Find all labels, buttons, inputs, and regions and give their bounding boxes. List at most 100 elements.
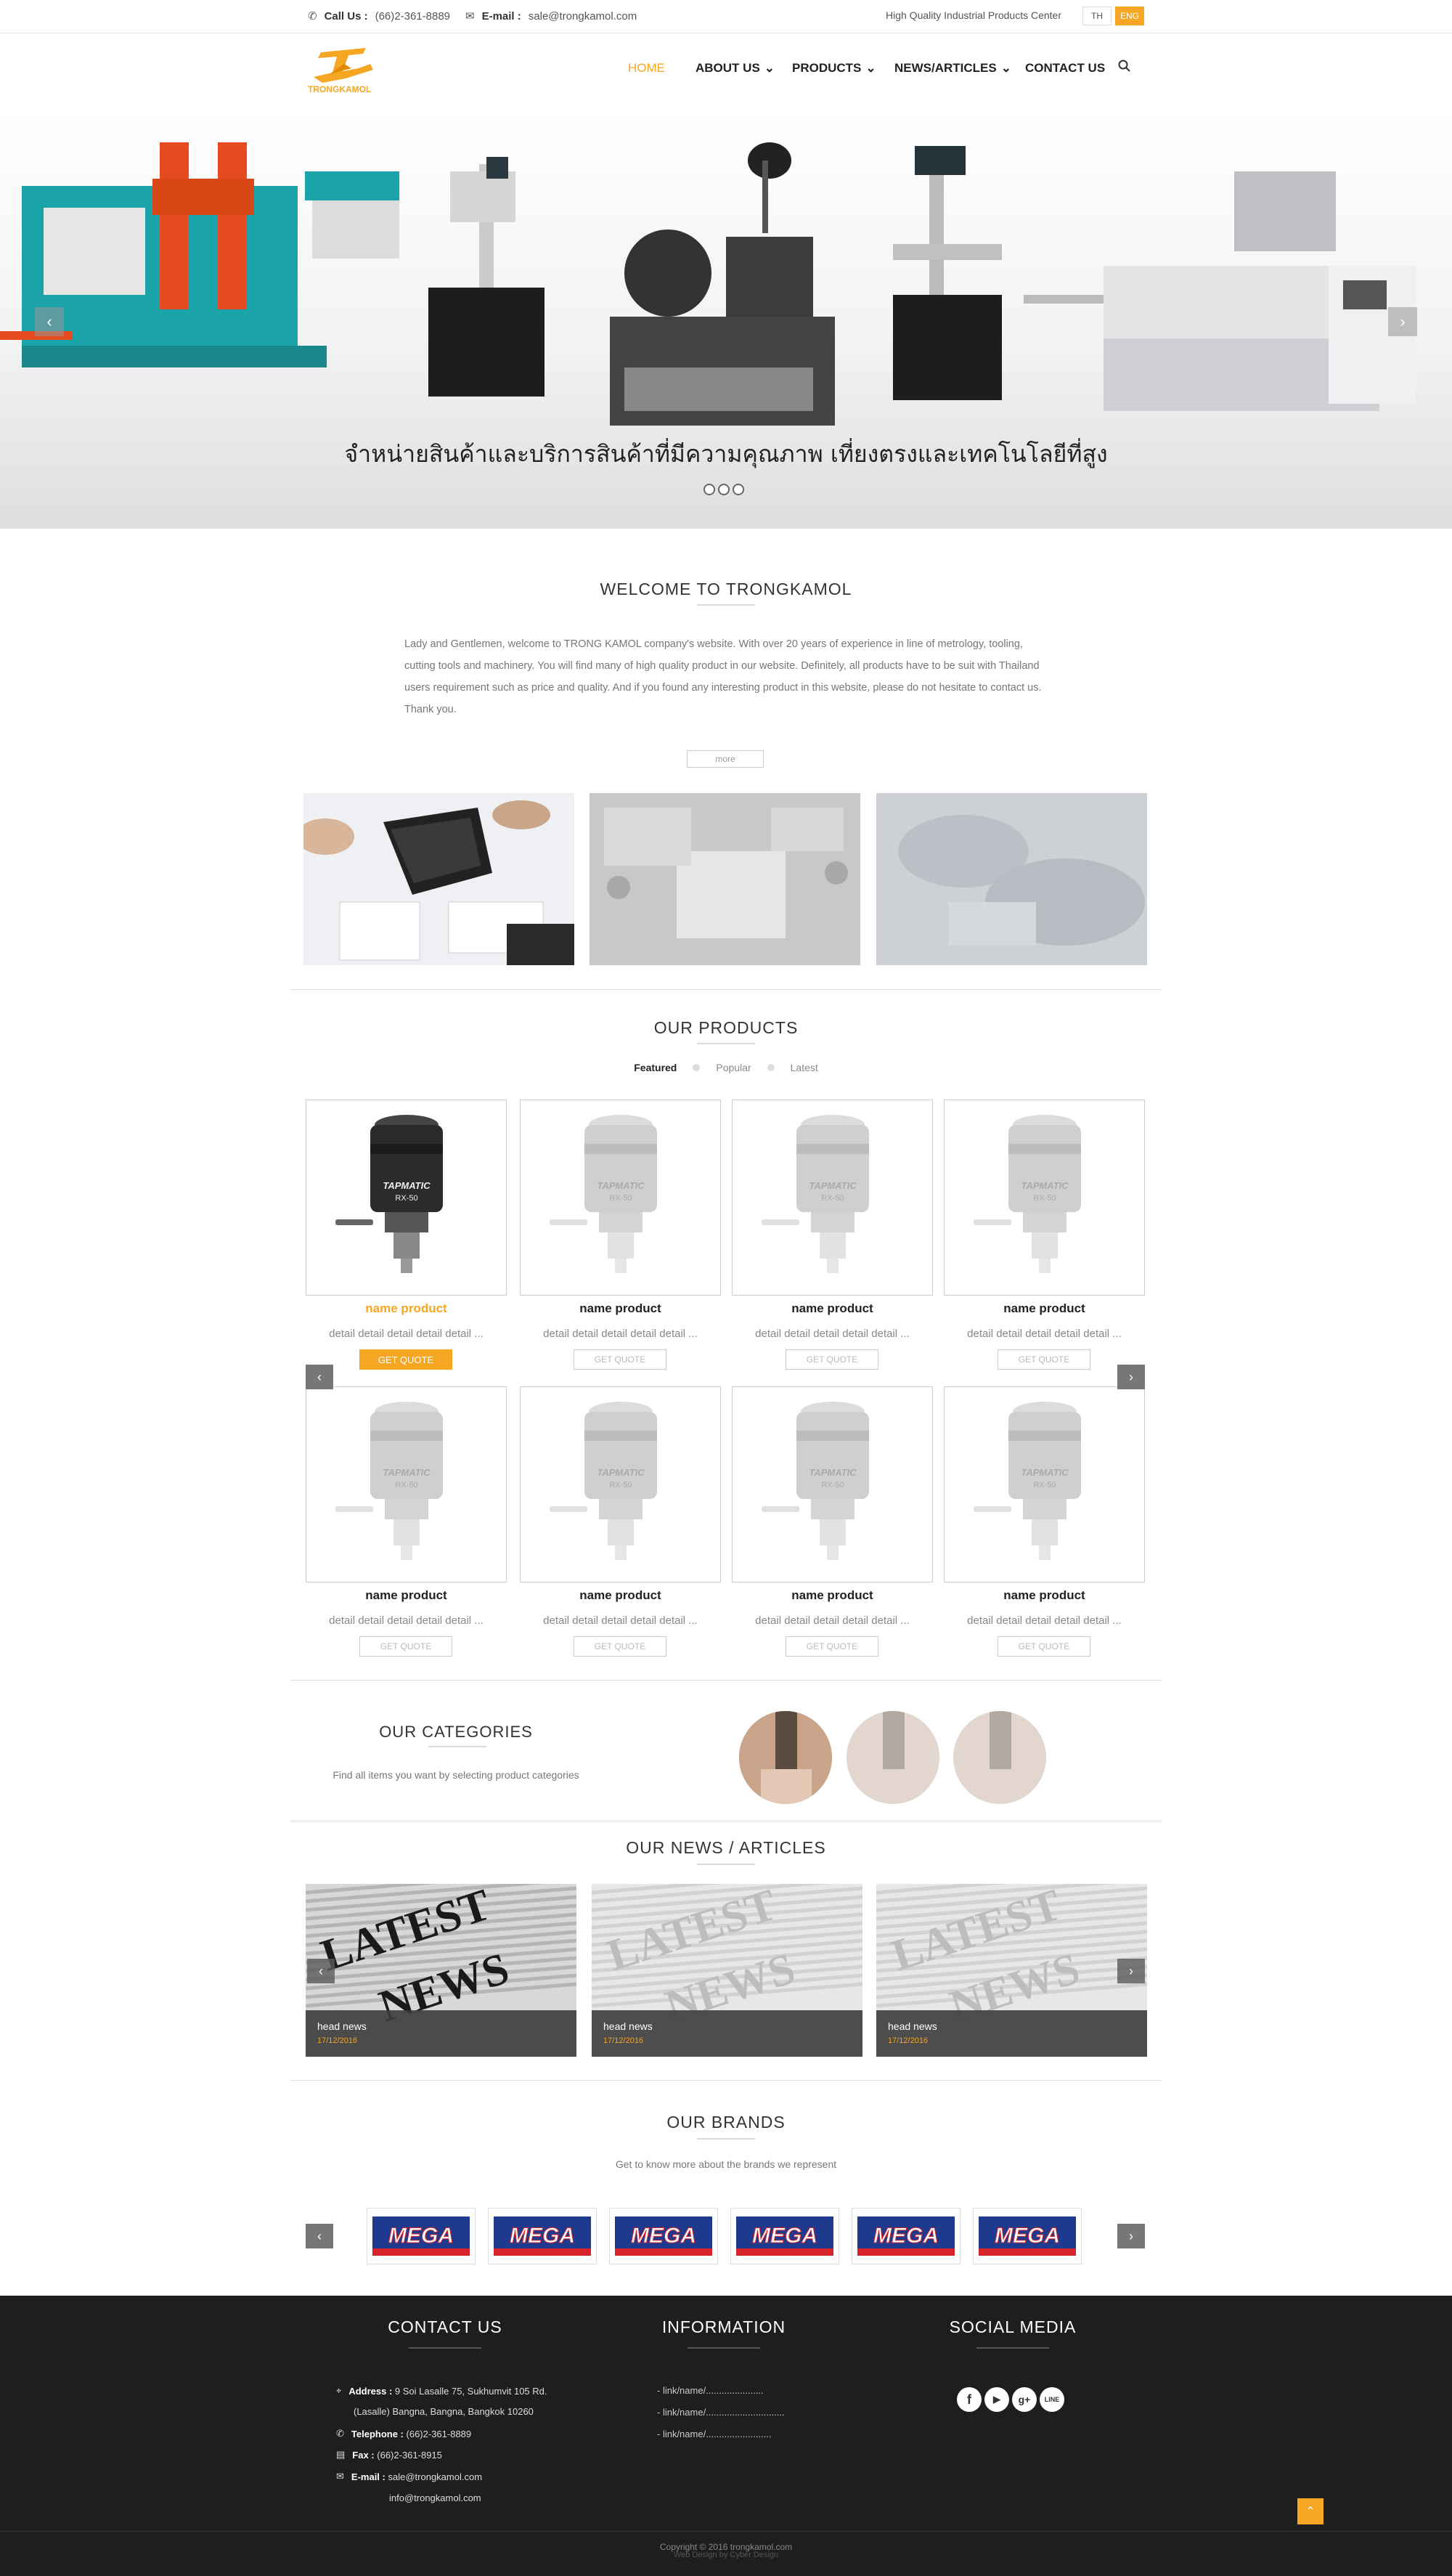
- news-card[interactable]: LATEST NEWS head news 17/12/2016: [876, 1884, 1147, 2057]
- tab-featured[interactable]: Featured: [634, 1062, 677, 1073]
- brand-logo[interactable]: MEGA: [852, 2208, 960, 2264]
- product-name[interactable]: name product: [520, 1588, 721, 1603]
- lang-th-button[interactable]: TH: [1082, 7, 1112, 25]
- get-quote-button[interactable]: GET QUOTE: [574, 1636, 666, 1657]
- footer-link-2[interactable]: - link/name/............................…: [657, 2407, 785, 2418]
- footer-link-1[interactable]: - link/name/......................: [657, 2385, 764, 2396]
- get-quote-button[interactable]: GET QUOTE: [786, 1636, 878, 1657]
- product-card[interactable]: TAPMATIC RX-50: [306, 1100, 507, 1296]
- divider: [697, 1043, 755, 1044]
- map-pin-icon: ⌖: [336, 2385, 342, 2396]
- get-quote-button[interactable]: GET QUOTE: [998, 1349, 1090, 1370]
- category-3[interactable]: [953, 1711, 1046, 1804]
- email-value[interactable]: sale@trongkamol.com: [529, 10, 637, 23]
- footer-address: ⌖ Address : 9 Soi Lasalle 75, Sukhumvit 1…: [336, 2385, 547, 2397]
- products-next-button[interactable]: ›: [1117, 1365, 1145, 1389]
- product-card[interactable]: TAPMATIC RX-50: [306, 1386, 507, 1582]
- hero-prev-button[interactable]: ‹: [35, 307, 64, 336]
- tel-value[interactable]: (66)2-361-8889: [407, 2429, 472, 2439]
- nav-contact-label: CONTACT US: [1025, 61, 1106, 75]
- nav-contact[interactable]: CONTACT US: [1025, 61, 1105, 76]
- line-icon[interactable]: LINE: [1040, 2387, 1064, 2412]
- product-card[interactable]: TAPMATIC RX-50: [732, 1100, 933, 1296]
- news-card[interactable]: LATEST NEWS head news 17/12/2016: [306, 1884, 576, 2057]
- scroll-top-button[interactable]: ⌃: [1297, 2498, 1323, 2524]
- more-button[interactable]: more: [687, 750, 764, 768]
- nav-about[interactable]: ABOUT US ⌄: [696, 61, 775, 76]
- product-name[interactable]: name product: [944, 1301, 1145, 1316]
- section-divider: [290, 989, 1162, 990]
- hero-dot-1[interactable]: [703, 484, 715, 495]
- nav-home[interactable]: HOME: [628, 61, 665, 76]
- lang-eng-button[interactable]: ENG: [1115, 7, 1144, 25]
- copyright: Copyright © 2016 trongkamol.com: [0, 2531, 1452, 2552]
- product-name[interactable]: name product: [306, 1301, 507, 1316]
- news-next-button[interactable]: ›: [1117, 1959, 1145, 1983]
- product-card[interactable]: TAPMATIC RX-50: [944, 1100, 1145, 1296]
- divider: [688, 2347, 760, 2349]
- news-title: OUR NEWS / ARTICLES: [626, 1838, 826, 1857]
- svg-text:MEGA: MEGA: [388, 2224, 454, 2248]
- brand-logo[interactable]: MEGA: [609, 2208, 718, 2264]
- hero-dot-3[interactable]: [733, 484, 744, 495]
- hero-caption: จำหน่ายสินค้าและบริการสินค้าที่มีความคุณ…: [344, 440, 1108, 468]
- nav-products-label: PRODUCTS: [792, 61, 862, 75]
- product-name[interactable]: name product: [944, 1588, 1145, 1603]
- get-quote-button[interactable]: GET QUOTE: [359, 1349, 452, 1370]
- brand-logo[interactable]: MEGA: [367, 2208, 476, 2264]
- svg-text:RX-50: RX-50: [395, 1194, 417, 1203]
- news-caption: head news 17/12/2016: [592, 2010, 862, 2057]
- products-prev-button[interactable]: ‹: [306, 1365, 333, 1389]
- product-detail: detail detail detail detail detail ...: [329, 1328, 484, 1340]
- news-prev-button[interactable]: ‹: [307, 1959, 335, 1983]
- google-plus-icon[interactable]: g+: [1012, 2387, 1037, 2412]
- news-head[interactable]: head news: [317, 2020, 565, 2032]
- product-name[interactable]: name product: [732, 1301, 933, 1316]
- facebook-icon[interactable]: f: [957, 2387, 982, 2412]
- footer-link-3[interactable]: - link/name/.........................: [657, 2429, 772, 2439]
- get-quote-button[interactable]: GET QUOTE: [574, 1349, 666, 1370]
- product-card[interactable]: TAPMATIC RX-50: [944, 1386, 1145, 1582]
- hero-dot-2[interactable]: [718, 484, 730, 495]
- brand-logo[interactable]: MEGA: [973, 2208, 1082, 2264]
- product-name[interactable]: name product: [306, 1588, 507, 1603]
- brand-logo[interactable]: MEGA: [730, 2208, 839, 2264]
- email-value-2[interactable]: info@trongkamol.com: [389, 2492, 481, 2503]
- get-quote-button[interactable]: GET QUOTE: [359, 1636, 452, 1657]
- tab-popular[interactable]: Popular: [716, 1062, 751, 1073]
- email-value-1[interactable]: sale@trongkamol.com: [388, 2471, 483, 2482]
- get-quote-button[interactable]: GET QUOTE: [998, 1636, 1090, 1657]
- main-nav: TRONGKAMOL HOME ABOUT US ⌄ PRODUCTS ⌄ NEWS…: [0, 33, 1452, 106]
- news-head[interactable]: head news: [603, 2020, 851, 2032]
- product-card[interactable]: TAPMATIC RX-50: [520, 1386, 721, 1582]
- product-name[interactable]: name product: [732, 1588, 933, 1603]
- product-card[interactable]: TAPMATIC RX-50: [520, 1100, 721, 1296]
- svg-text:MEGA: MEGA: [752, 2224, 817, 2248]
- logo[interactable]: TRONGKAMOL: [308, 42, 380, 97]
- nav-news[interactable]: NEWS/ARTICLES ⌄: [894, 61, 1011, 76]
- nav-about-label: ABOUT US: [696, 61, 760, 75]
- section-divider: [290, 1680, 1162, 1681]
- call-us: ✆ Call Us : (66)2-361-8889: [308, 9, 450, 23]
- categories-text: Find all items you want by selecting pro…: [333, 1769, 579, 1781]
- news-head[interactable]: head news: [888, 2020, 1135, 2032]
- tab-latest[interactable]: Latest: [791, 1062, 818, 1073]
- news-card[interactable]: LATEST NEWS head news 17/12/2016: [592, 1884, 862, 2057]
- brands-next-button[interactable]: ›: [1117, 2224, 1145, 2248]
- call-value[interactable]: (66)2-361-8889: [375, 10, 450, 23]
- nav-products[interactable]: PRODUCTS ⌄: [792, 61, 876, 76]
- product-card[interactable]: TAPMATIC RX-50: [732, 1386, 933, 1582]
- hero-next-button[interactable]: ›: [1388, 307, 1417, 336]
- youtube-icon[interactable]: ▶: [984, 2387, 1009, 2412]
- brand-logo[interactable]: MEGA: [488, 2208, 597, 2264]
- brands-prev-button[interactable]: ‹: [306, 2224, 333, 2248]
- get-quote-button[interactable]: GET QUOTE: [786, 1349, 878, 1370]
- divider: [697, 2138, 755, 2140]
- mail-icon: ✉: [465, 10, 475, 23]
- category-1[interactable]: [739, 1711, 832, 1804]
- product-name[interactable]: name product: [520, 1301, 721, 1316]
- category-2[interactable]: [847, 1711, 939, 1804]
- mega-logo-icon: MEGA: [372, 2217, 470, 2256]
- products-title: OUR PRODUCTS: [653, 1018, 799, 1037]
- search-icon[interactable]: [1118, 60, 1131, 76]
